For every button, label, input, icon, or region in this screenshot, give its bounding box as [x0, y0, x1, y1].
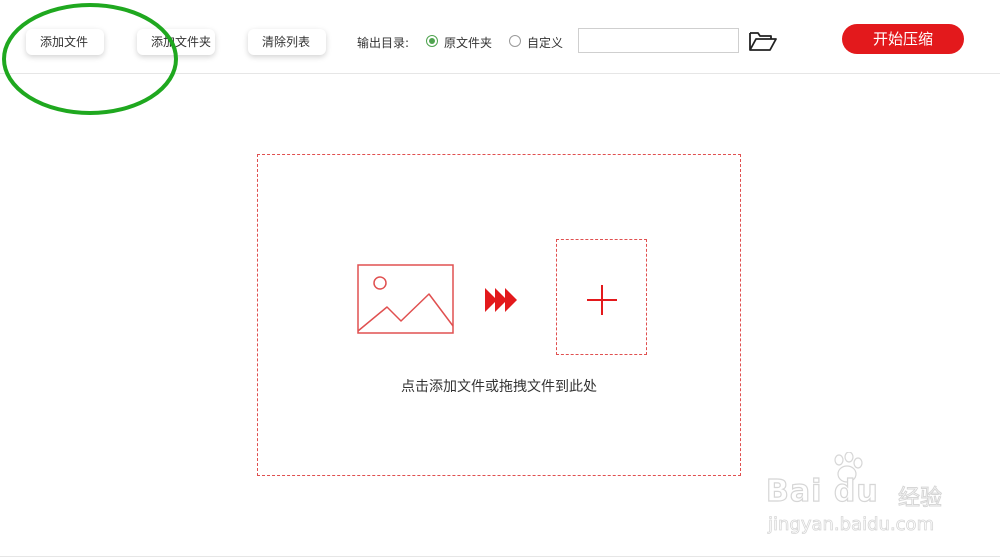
bottom-divider	[0, 556, 1000, 557]
add-file-button[interactable]: 添加文件	[26, 29, 104, 55]
radio-original-folder-label[interactable]: 原文件夹	[444, 34, 492, 51]
triple-arrow-icon	[485, 288, 517, 312]
start-compress-button[interactable]: 开始压缩	[842, 24, 964, 54]
image-icon	[357, 264, 454, 334]
plus-icon	[587, 285, 617, 315]
radio-original-folder[interactable]	[426, 35, 438, 47]
drop-zone-hint: 点击添加文件或拖拽文件到此处	[401, 379, 597, 395]
baidu-jingyan-watermark: Bai du 经验 jingyan.baidu.com	[760, 450, 960, 550]
paw-icon	[834, 452, 863, 483]
add-folder-button[interactable]: 添加文件夹	[137, 29, 215, 55]
toolbar: 添加文件 添加文件夹 清除列表 输出目录: 原文件夹 自定义 开始压缩	[0, 0, 1000, 74]
radio-custom-folder-label[interactable]: 自定义	[527, 34, 563, 51]
clear-list-button[interactable]: 清除列表	[248, 29, 326, 55]
browse-folder-button[interactable]	[748, 30, 778, 52]
radio-custom-folder[interactable]	[509, 35, 521, 47]
watermark-sub: 经验	[897, 486, 943, 512]
folder-open-icon	[749, 32, 777, 51]
file-drop-zone[interactable]: 点击添加文件或拖拽文件到此处	[257, 154, 741, 476]
output-dir-label: 输出目录:	[357, 36, 410, 50]
add-file-box[interactable]	[556, 239, 647, 355]
output-path-input[interactable]	[578, 28, 739, 53]
watermark-url: jingyan.baidu.com	[768, 514, 935, 536]
watermark-brand: Bai du	[765, 473, 879, 509]
app-window: 添加文件 添加文件夹 清除列表 输出目录: 原文件夹 自定义 开始压缩 点击添加…	[0, 0, 1000, 560]
